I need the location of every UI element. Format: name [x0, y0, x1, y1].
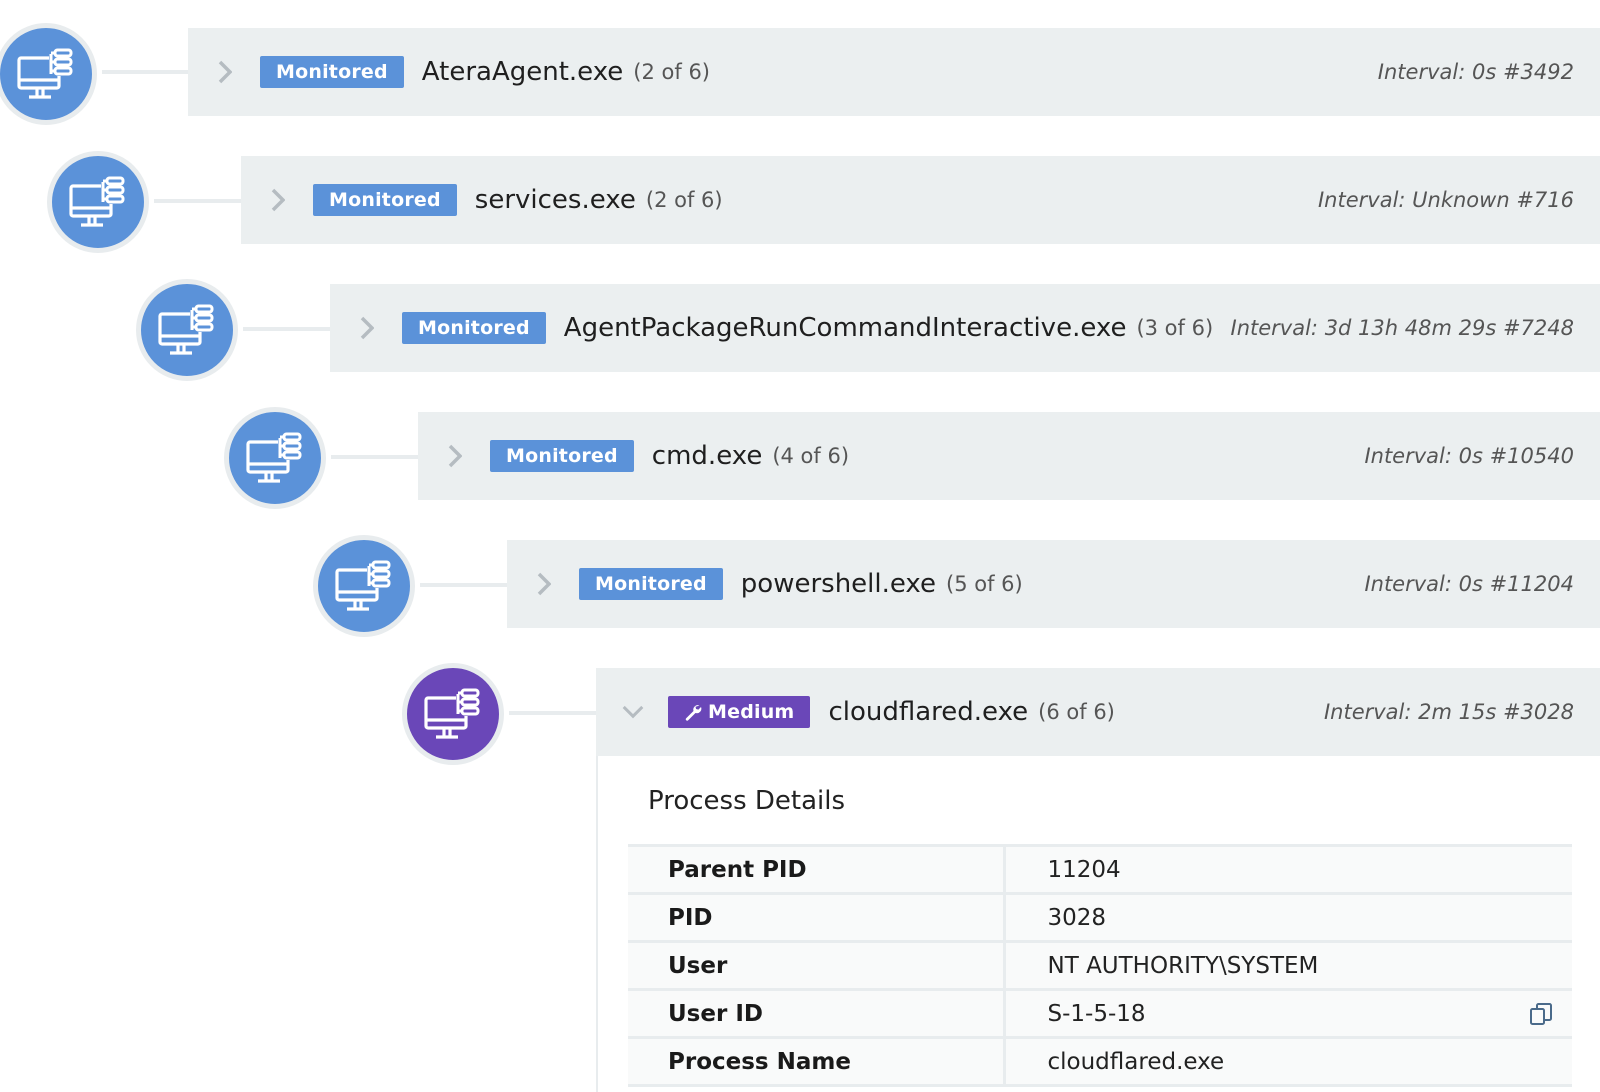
- status-badge: Monitored: [490, 440, 634, 472]
- computer-network-icon[interactable]: [0, 23, 97, 125]
- status-badge: Monitored: [402, 312, 546, 344]
- process-details-table: Parent PID 11204 PID 3028 User NT AUTHOR…: [628, 844, 1572, 1087]
- process-row[interactable]: Monitored powershell.exe (5 of 6) Interv…: [507, 540, 1600, 628]
- tree-connector: [102, 70, 188, 74]
- process-count: (3 of 6): [1136, 316, 1214, 340]
- process-details-panel: Process Details Parent PID 11204 PID 302…: [596, 756, 1600, 1092]
- table-row: Process Name cloudflared.exe: [628, 1036, 1572, 1087]
- detail-key: Parent PID: [628, 844, 1006, 895]
- process-interval: Interval: 0s #10540: [1364, 444, 1574, 468]
- process-count: (2 of 6): [645, 188, 723, 212]
- process-count: (4 of 6): [772, 444, 850, 468]
- computer-network-icon[interactable]: [402, 663, 504, 765]
- chevron-down-icon[interactable]: [622, 701, 644, 723]
- detail-key: User ID: [628, 988, 1006, 1039]
- copy-icon[interactable]: [1528, 1001, 1554, 1033]
- process-row[interactable]: Monitored AteraAgent.exe (2 of 6) Interv…: [188, 28, 1600, 116]
- tree-connector: [420, 583, 508, 587]
- table-row: User ID S-1-5-18: [628, 988, 1572, 1039]
- detail-key: Process Name: [628, 1036, 1006, 1087]
- details-title: Process Details: [648, 786, 846, 816]
- process-row[interactable]: Monitored AgentPackageRunCommandInteract…: [330, 284, 1600, 372]
- process-interval: Interval: 2m 15s #3028: [1323, 700, 1574, 724]
- detail-value: NT AUTHORITY\SYSTEM: [1004, 940, 1572, 991]
- severity-label: Medium: [708, 701, 795, 723]
- chevron-right-icon[interactable]: [444, 444, 466, 468]
- process-name: AteraAgent.exe: [421, 57, 624, 87]
- table-row: User NT AUTHORITY\SYSTEM: [628, 940, 1572, 991]
- process-row[interactable]: Monitored services.exe (2 of 6) Interval…: [241, 156, 1600, 244]
- detail-value: cloudflared.exe: [1004, 1036, 1572, 1087]
- status-badge: Monitored: [260, 56, 404, 88]
- process-interval: Interval: 3d 13h 48m 29s #7248: [1230, 316, 1574, 340]
- computer-network-icon[interactable]: [47, 151, 149, 253]
- process-count: (2 of 6): [633, 60, 710, 84]
- detail-key: User: [628, 940, 1006, 991]
- tree-connector: [243, 327, 331, 331]
- computer-network-icon[interactable]: [224, 407, 326, 509]
- process-name: cloudflared.exe: [828, 697, 1029, 727]
- process-interval: Interval: 0s #11204: [1364, 572, 1574, 596]
- detail-value: 11204: [1004, 844, 1572, 895]
- detail-value-cell: S-1-5-18: [1004, 988, 1572, 1039]
- process-name: AgentPackageRunCommandInteractive.exe: [563, 313, 1127, 343]
- chevron-right-icon[interactable]: [267, 188, 289, 212]
- tree-connector: [509, 711, 597, 715]
- tree-connector: [331, 455, 419, 459]
- severity-badge: Medium: [668, 696, 811, 728]
- detail-value: S-1-5-18: [1047, 1000, 1146, 1027]
- process-count: (6 of 6): [1038, 700, 1115, 724]
- process-row[interactable]: Medium cloudflared.exe (6 of 6) Interval…: [596, 668, 1600, 756]
- process-name: powershell.exe: [740, 569, 937, 599]
- computer-network-icon[interactable]: [313, 535, 415, 637]
- wrench-icon: [684, 703, 702, 721]
- computer-network-icon[interactable]: [136, 279, 238, 381]
- detail-key: PID: [628, 892, 1006, 943]
- chevron-right-icon[interactable]: [214, 60, 236, 84]
- process-row[interactable]: Monitored cmd.exe (4 of 6) Interval: 0s …: [418, 412, 1600, 500]
- process-interval: Interval: 0s #3492: [1377, 60, 1574, 84]
- chevron-right-icon[interactable]: [356, 316, 378, 340]
- status-badge: Monitored: [579, 568, 723, 600]
- chevron-right-icon[interactable]: [533, 572, 555, 596]
- process-count: (5 of 6): [946, 572, 1023, 596]
- tree-connector: [154, 199, 242, 203]
- process-interval: Interval: Unknown #716: [1317, 188, 1574, 212]
- detail-value: 3028: [1004, 892, 1572, 943]
- status-badge: Monitored: [313, 184, 457, 216]
- table-row: PID 3028: [628, 892, 1572, 943]
- process-name: services.exe: [474, 185, 636, 215]
- table-row: Parent PID 11204: [628, 844, 1572, 895]
- process-name: cmd.exe: [651, 441, 763, 471]
